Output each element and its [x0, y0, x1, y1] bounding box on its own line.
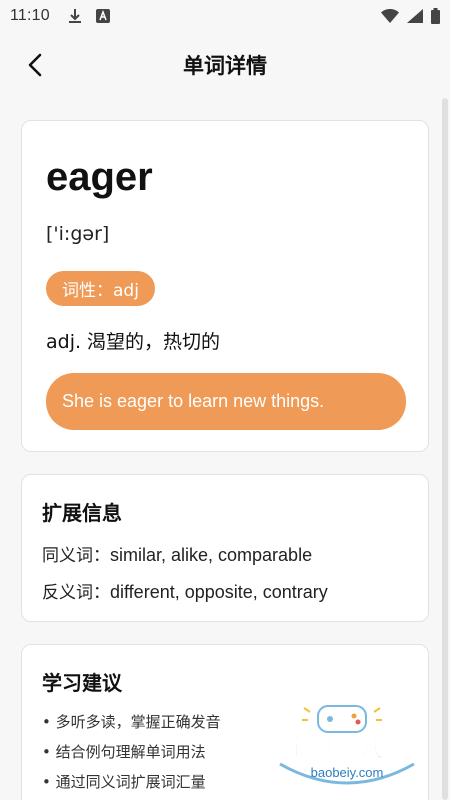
app-bar: 单词详情	[0, 32, 450, 98]
list-item: • 通过同义词扩展词汇量	[42, 773, 206, 791]
signal-icon	[407, 9, 423, 23]
word-text: eager	[46, 155, 153, 199]
extended-info-title: 扩展信息	[42, 501, 122, 525]
scrollbar[interactable]	[442, 98, 448, 800]
chevron-left-icon	[28, 53, 42, 77]
status-bar: 11:10	[0, 0, 450, 32]
part-of-speech-badge: 词性：adj	[46, 271, 155, 306]
a-box-icon	[95, 9, 110, 23]
synonyms-label: 同义词：	[42, 546, 110, 566]
synonyms-value: similar, alike, comparable	[110, 545, 313, 565]
wifi-icon	[381, 9, 399, 23]
extended-info-card: 扩展信息 同义词：similar, alike, comparable 反义词：…	[21, 474, 429, 622]
gamepad-icon	[302, 705, 382, 733]
battery-icon	[431, 8, 440, 24]
antonyms-label: 反义词：	[42, 583, 110, 603]
watermark-name: 宝贝游戏网	[284, 733, 409, 762]
status-icons-right	[381, 8, 440, 24]
list-item: • 结合例句理解单词用法	[42, 743, 206, 761]
watermark-url: baobeiy.com	[311, 765, 384, 780]
page-title: 单词详情	[183, 54, 267, 78]
status-time: 11:10	[10, 7, 50, 24]
list-item: • 多听多读，掌握正确发音	[42, 713, 221, 731]
back-button[interactable]	[20, 50, 50, 80]
word-card: eager ['i:gər] 词性：adj adj. 渴望的，热切的 She i…	[21, 120, 429, 452]
meaning-text: adj. 渴望的，热切的	[46, 331, 221, 353]
status-icons-left	[68, 8, 110, 24]
antonyms-row: 反义词：different, opposite, contrary	[42, 578, 328, 603]
synonyms-row: 同义词：similar, alike, comparable	[42, 541, 312, 566]
example-sentence: She is eager to learn new things.	[46, 373, 406, 430]
word-detail-content[interactable]: eager ['i:gər] 词性：adj adj. 渴望的，热切的 She i…	[0, 98, 450, 800]
phonetic-text: ['i:gər]	[46, 223, 110, 245]
antonyms-value: different, opposite, contrary	[110, 582, 328, 602]
download-icon	[68, 9, 81, 23]
study-tips-title: 学习建议	[42, 671, 122, 695]
watermark-logo: 宝贝游戏网 baobeiy.com	[279, 705, 415, 785]
